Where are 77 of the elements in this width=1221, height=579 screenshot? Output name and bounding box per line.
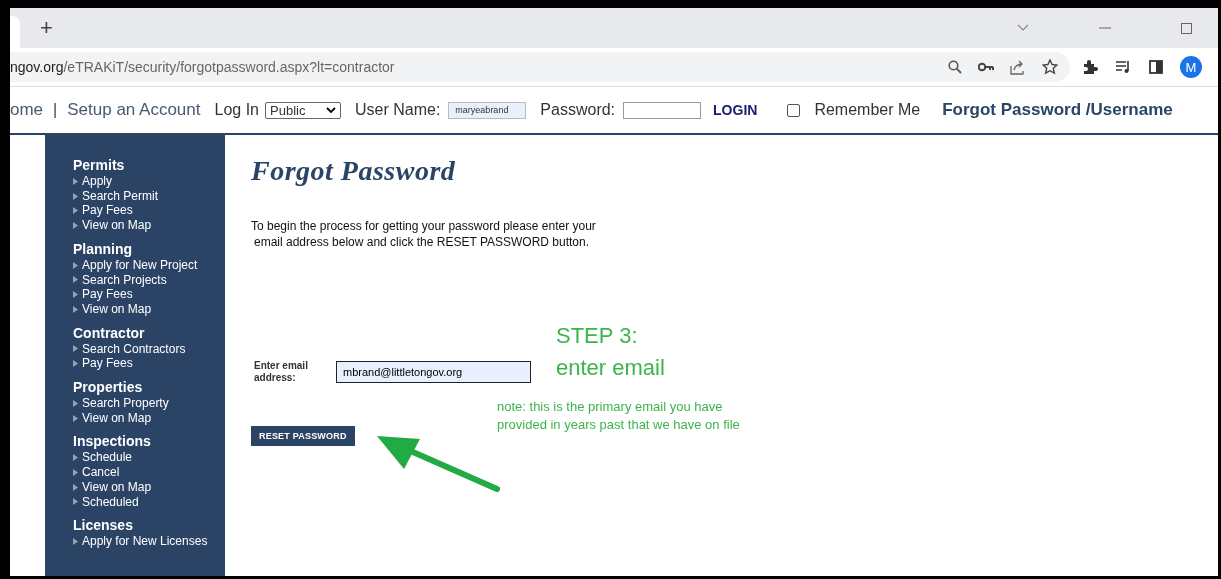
sidebar-link[interactable]: View on Map (82, 218, 152, 233)
key-icon[interactable] (978, 62, 994, 72)
login-button[interactable]: LOGIN (713, 102, 758, 118)
star-icon[interactable] (1042, 59, 1058, 75)
bullet-icon (73, 538, 78, 546)
email-label: Enter email address: (254, 360, 309, 384)
search-icon[interactable] (948, 60, 962, 74)
home-link[interactable]: ome (10, 100, 44, 120)
bullet-icon (73, 276, 78, 284)
bullet-icon (73, 291, 78, 299)
remember-me-label: Remember Me (814, 101, 921, 119)
bullet-icon (73, 360, 78, 368)
bullet-icon (73, 305, 78, 313)
sidebar-link[interactable]: Search Property (82, 396, 169, 411)
sidebar-link[interactable]: Schedule (82, 450, 133, 466)
bullet-icon (73, 469, 78, 476)
side-panel-icon[interactable] (1149, 60, 1163, 74)
sidebar-link[interactable]: Apply for New Licenses (82, 534, 208, 549)
sidebar-link[interactable]: Search Contractors (82, 341, 186, 357)
sidebar-heading: Properties (73, 379, 144, 397)
url-text: ngov.org/eTRAKiT/security/forgotpassword.aspx?lt=contractor (10, 59, 395, 75)
new-tab-button[interactable]: + (40, 17, 53, 39)
sidebar-link[interactable]: Apply (82, 174, 113, 189)
step-annotation: enter email (556, 355, 665, 381)
remember-checkbox[interactable] (787, 103, 801, 117)
profile-avatar[interactable]: M (1180, 56, 1202, 78)
sidebar-link[interactable]: Cancel (82, 465, 120, 480)
instruction-text: To begin the process for getting your password please enter your (251, 219, 596, 235)
sidebar-link[interactable]: View on Map (82, 479, 152, 495)
sidebar-link[interactable]: Search Projects (82, 272, 167, 288)
maximize-icon[interactable] (1181, 22, 1192, 34)
address-bar[interactable]: ngov.org/eTRAKiT/security/forgotpassword.aspx?lt=contractor (10, 52, 1070, 82)
playlist-icon[interactable] (1115, 60, 1132, 74)
separator: | (53, 101, 58, 119)
password-label: Password: (540, 101, 616, 119)
login-label: Log In (214, 101, 259, 119)
sidebar-link[interactable]: Pay Fees (82, 203, 133, 219)
page-title: Forgot Password (251, 155, 457, 187)
instruction-text: email address below and click the RESET PASSWORD button. (253, 234, 591, 250)
bullet-icon (73, 399, 78, 407)
sidebar-link[interactable]: Pay Fees (82, 287, 133, 302)
bullet-icon (73, 207, 78, 215)
username-label: User Name: (355, 101, 441, 119)
sidebar-link[interactable]: View on Map (82, 410, 152, 426)
sidebar-link[interactable]: Scheduled (82, 494, 139, 510)
setup-account-link[interactable]: Setup an Account (67, 100, 201, 120)
bullet-icon (73, 177, 78, 185)
reset-password-button[interactable]: RESET PASSWORD (251, 426, 355, 446)
note-text: provided in years past that we have on file (497, 416, 740, 434)
bullet-icon (73, 192, 78, 200)
bullet-icon (73, 498, 78, 506)
sidebar-heading: Inspections (73, 433, 152, 451)
username-field[interactable]: maryeabrand (448, 101, 527, 119)
bullet-icon (73, 483, 78, 491)
email-field[interactable]: mbrand@littletongov.org (336, 361, 531, 383)
caret-icon (326, 106, 336, 114)
sidebar-heading: Contractor (73, 324, 146, 342)
sidebar-heading: Permits (73, 157, 126, 174)
sidebar-heading: Licenses (73, 517, 134, 535)
bullet-icon (73, 261, 78, 269)
sidebar-heading: Planning (73, 240, 134, 258)
share-icon[interactable] (1010, 59, 1026, 75)
password-field[interactable] (623, 101, 702, 119)
sidebar-link[interactable]: View on Map (82, 301, 152, 317)
chevron-down-icon[interactable] (1017, 24, 1029, 32)
sidebar-link[interactable]: Search Permit (82, 188, 159, 204)
step-annotation: STEP 3: (556, 323, 638, 349)
note-text: note: this is the primary email you have (497, 398, 724, 416)
forgot-password-link[interactable]: Forgot Password /Username (942, 100, 1173, 120)
puzzle-icon[interactable] (1082, 59, 1098, 75)
bullet-icon (73, 454, 78, 462)
sidebar-link[interactable]: Pay Fees (82, 356, 133, 372)
sidebar-link[interactable]: Apply for New Project (82, 257, 198, 273)
bullet-icon (73, 414, 78, 422)
bullet-icon (73, 221, 78, 229)
login-type-select[interactable]: Public (265, 101, 341, 119)
bullet-icon (73, 345, 78, 353)
